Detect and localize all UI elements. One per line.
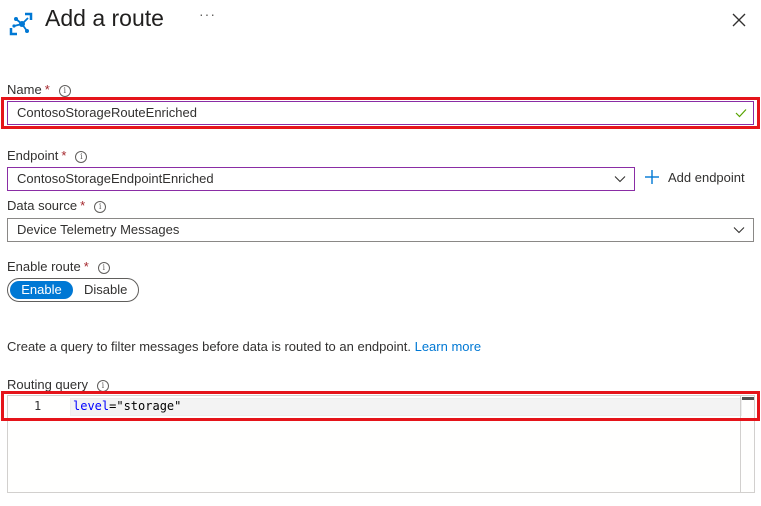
add-endpoint-button[interactable]: Add endpoint [644, 169, 745, 185]
close-icon[interactable] [731, 12, 747, 28]
panel-header: Add a route ··· [0, 0, 761, 44]
required-marker: * [44, 82, 50, 97]
endpoint-dropdown[interactable]: ContosoStorageEndpointEnriched [7, 167, 635, 191]
enable-option[interactable]: Enable [10, 281, 73, 299]
query-description: Create a query to filter messages before… [7, 339, 482, 354]
required-marker: * [80, 198, 86, 213]
enable-route-toggle[interactable]: Enable Disable [7, 278, 139, 302]
chevron-down-icon [733, 227, 745, 234]
disable-option[interactable]: Disable [84, 281, 127, 299]
valid-check-icon [735, 109, 747, 118]
route-icon [9, 12, 33, 36]
plus-icon [645, 170, 659, 184]
routing-query-label: Routing query i [7, 377, 109, 392]
page-title: Add a route [45, 5, 164, 31]
data-source-dropdown[interactable]: Device Telemetry Messages [7, 218, 754, 242]
more-options-button[interactable]: ··· [199, 6, 216, 22]
name-label: Name * i [7, 82, 71, 97]
data-source-label: Data source * i [7, 198, 107, 213]
required-marker: * [61, 148, 67, 163]
name-input[interactable]: ContosoStorageRouteEnriched [7, 101, 754, 125]
chevron-down-icon [614, 176, 626, 183]
enable-route-label: Enable route * i [7, 259, 110, 274]
info-icon[interactable]: i [94, 201, 107, 213]
info-icon[interactable]: i [58, 85, 71, 97]
endpoint-label: Endpoint * i [7, 148, 88, 163]
required-marker: * [83, 259, 89, 274]
learn-more-link[interactable]: Learn more [415, 339, 481, 354]
info-icon[interactable]: i [75, 151, 88, 163]
info-icon[interactable]: i [97, 262, 110, 274]
routing-query-highlight [1, 391, 760, 421]
